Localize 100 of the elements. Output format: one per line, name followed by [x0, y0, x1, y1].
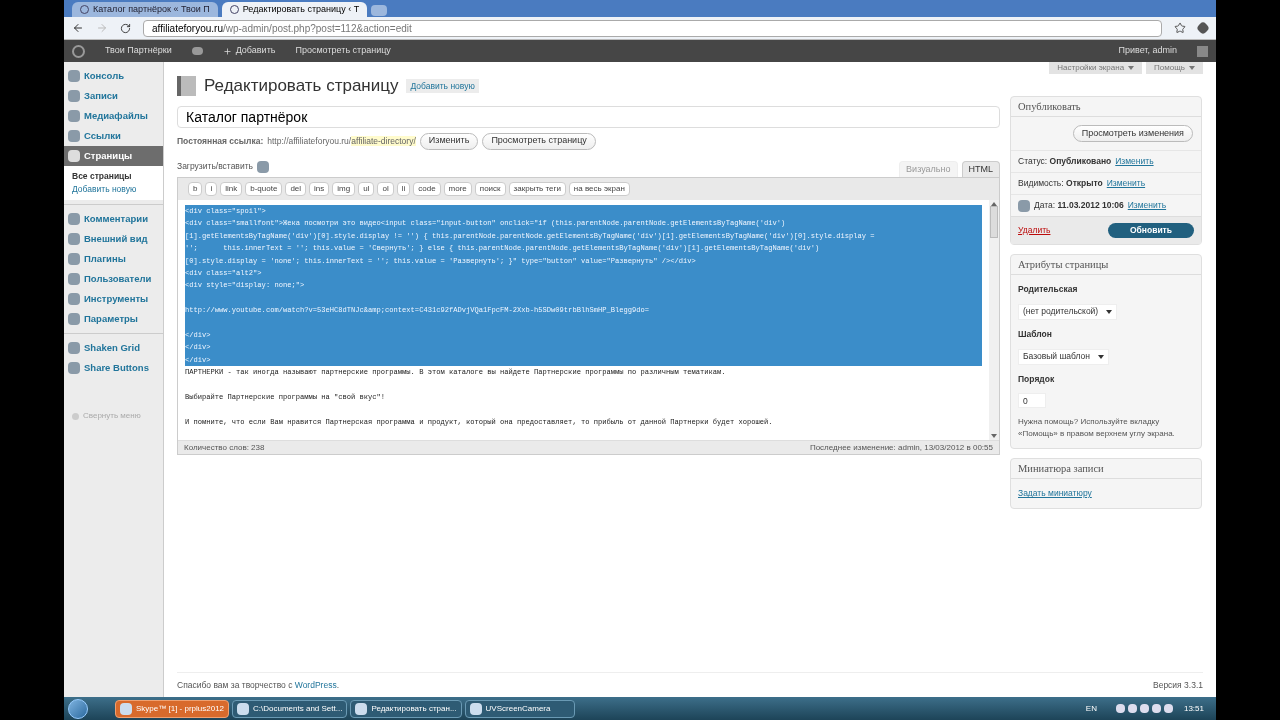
sidebar-item[interactable]: Консоль [64, 66, 163, 86]
menu-icon [68, 110, 80, 122]
sidebar-item[interactable]: Плагины [64, 249, 163, 269]
quicktag-button[interactable]: на весь экран [568, 182, 630, 196]
edit-link[interactable]: Изменить [1106, 177, 1146, 190]
taskbar-button[interactable]: Редактировать стран... [350, 699, 462, 718]
add-new-button[interactable]: Добавить новую [406, 79, 479, 93]
menu-icon [68, 313, 80, 325]
browser-tab[interactable]: Редактировать страницу ‹ Т [221, 2, 368, 17]
quicktag-button[interactable]: del [285, 182, 307, 196]
sidebar-item[interactable]: Share Buttons [64, 358, 163, 378]
menu-icon [68, 213, 80, 225]
pages-icon [177, 76, 196, 96]
quicktag-button[interactable]: i [205, 182, 218, 196]
quicktag-button[interactable]: поиск [474, 182, 506, 196]
app-icon [120, 702, 132, 715]
sidebar-item[interactable]: Инструменты [64, 289, 163, 309]
language-indicator[interactable]: EN [1085, 702, 1097, 715]
help-text: Нужна помощь? Используйте вкладку «Помощь» в правом верхнем углу экрана. [1018, 416, 1176, 441]
clock: 13:51 [1183, 702, 1204, 715]
edit-permalink-button[interactable]: Изменить [419, 132, 479, 150]
update-button[interactable]: Обновить [1107, 223, 1194, 238]
last-edit-info: Последнее изменение: admin, 13/03/2012 в 00:55 [809, 441, 993, 454]
site-link[interactable]: Твои Партнёрки [105, 44, 172, 58]
sidebar-item[interactable]: Комментарии [64, 209, 163, 229]
parent-select[interactable]: (нет родительской) [1018, 303, 1118, 320]
taskbar-button[interactable]: C:\Documents and Sett... [232, 699, 348, 718]
view-page-button[interactable]: Просмотреть страницу [482, 132, 596, 150]
edit-link[interactable]: Изменить [1127, 199, 1167, 212]
quicktag-button[interactable]: закрыть теги [508, 182, 566, 196]
caret-icon [1098, 354, 1104, 359]
sidebar-item[interactable]: Shaken Grid [64, 338, 163, 358]
caret-icon [1128, 66, 1135, 70]
quicktag-button[interactable]: ins [309, 182, 330, 196]
menu-icon [68, 293, 80, 305]
app-icon [469, 702, 482, 715]
edit-link[interactable]: Изменить [1115, 155, 1154, 168]
panel-title: Миниатюра записи [1011, 459, 1201, 480]
quicktag-button[interactable]: ul [358, 182, 375, 196]
menu-icon [68, 253, 80, 265]
submenu-item[interactable]: Добавить новую [64, 183, 163, 196]
plus-icon [222, 46, 232, 56]
sidebar-item[interactable]: Записи [64, 86, 163, 106]
quicktag-button[interactable]: img [332, 182, 356, 196]
version-text: Версия 3.3.1 [1153, 678, 1203, 692]
taskbar-button[interactable]: UVScreenCamera [464, 699, 575, 718]
start-button[interactable] [68, 698, 88, 719]
title-field[interactable]: Каталог партнёрок [177, 106, 1000, 128]
sidebar-item[interactable]: Пользователи [64, 269, 163, 289]
permalink-label: Постоянная ссылка: [177, 134, 264, 148]
sidebar-item[interactable]: Параметры [64, 309, 163, 329]
order-field[interactable]: 0 [1018, 393, 1046, 409]
footer-text: Спасибо вам за творчество с WordPress. [177, 678, 340, 692]
screen-tab[interactable]: Настройки экрана [1049, 62, 1143, 74]
screen-tab[interactable]: Помощь [1146, 62, 1203, 74]
reload-icon[interactable] [120, 22, 131, 34]
page-heading: Редактировать страницу [204, 75, 399, 98]
menu-icon [68, 233, 80, 245]
panel-title: Опубликовать [1011, 97, 1201, 117]
sidebar-item[interactable]: Медиафайлы [64, 106, 163, 126]
delete-link[interactable]: Удалить [1018, 224, 1051, 237]
app-icon [237, 702, 250, 715]
view-page-link[interactable]: Просмотреть страницу [295, 44, 391, 58]
set-thumbnail-link[interactable]: Задать миниатюру [1011, 487, 1099, 500]
quicktag-button[interactable]: link [220, 182, 243, 196]
menu-icon [68, 362, 80, 374]
back-icon[interactable] [72, 22, 84, 34]
sidebar-item[interactable]: Ссылки [64, 126, 163, 146]
submenu-item[interactable]: Все страницы [64, 170, 163, 183]
quicktag-button[interactable]: li [396, 182, 411, 196]
collapse-icon [72, 412, 79, 420]
menu-icon [68, 70, 80, 82]
template-select[interactable]: Базовый шаблон [1018, 348, 1109, 365]
add-new-link[interactable]: Добавить [222, 44, 276, 58]
menu-icon [68, 150, 80, 162]
star-icon[interactable] [1174, 22, 1186, 34]
field-label: Родительская [1018, 283, 1078, 296]
sidebar-item[interactable]: Страницы [64, 146, 163, 166]
app-icon [355, 702, 368, 715]
quicktag-button[interactable]: ol [377, 182, 394, 196]
publish-info: Статус: Опубликовано [1018, 155, 1112, 168]
editor-tab[interactable]: HTML [961, 161, 1000, 177]
quicktag-button[interactable]: code [413, 182, 441, 196]
browser-tab[interactable]: Каталог партнёрок « Твои П [72, 2, 218, 17]
wordpress-logo-icon[interactable] [72, 44, 85, 58]
panel-title: Атрибуты страницы [1011, 255, 1201, 275]
greeting-link[interactable]: Привет, admin [1118, 44, 1177, 58]
word-count: Количество слов: 238 [184, 441, 265, 454]
avatar-icon [1197, 45, 1208, 57]
upload-link[interactable]: Загрузить/вставить [177, 160, 269, 173]
quicktag-button[interactable]: b-quote [245, 182, 283, 196]
quicktag-button[interactable]: b [188, 182, 203, 196]
address-field[interactable]: affiliateforyou.ru/wp-admin/post.php?post=112&action=edit [143, 19, 1162, 37]
quicktag-button[interactable]: more [443, 182, 472, 196]
sidebar-item[interactable]: Внешний вид [64, 229, 163, 249]
scrollbar[interactable] [989, 200, 999, 440]
scroll-thumb[interactable] [990, 206, 998, 238]
menu-icon [68, 273, 80, 285]
preview-changes-button[interactable]: Просмотреть изменения [1072, 125, 1193, 142]
html-editor[interactable] [178, 200, 999, 440]
